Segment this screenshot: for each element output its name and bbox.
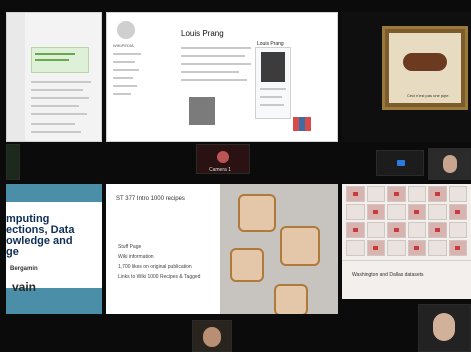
pipe-image xyxy=(403,53,447,71)
doc-line xyxy=(35,59,69,61)
cookie-icon xyxy=(230,248,264,282)
doc-sidebar xyxy=(7,13,25,141)
wiki-text-line xyxy=(181,71,239,73)
avatar xyxy=(433,313,455,341)
avatar xyxy=(443,155,457,173)
participant-video[interactable] xyxy=(6,144,20,180)
wiki-text-line xyxy=(181,47,251,49)
avatar xyxy=(203,327,221,347)
shared-screen-tile-painting[interactable]: Ceci n'est pas une pipe. xyxy=(342,12,471,142)
wiki-infobox-portrait xyxy=(261,52,285,82)
doc-line xyxy=(35,53,75,55)
slide-bullet: 1,700 likes on original publication xyxy=(118,264,192,270)
wiki-logo xyxy=(117,21,135,39)
doc-line xyxy=(31,131,81,133)
slide-divider xyxy=(342,260,471,261)
painting-frame: Ceci n'est pas une pipe. xyxy=(382,26,468,110)
slide-bullet: Links to Wiki 1000 Recipes & Tagged xyxy=(118,274,201,280)
map-grid xyxy=(346,186,467,256)
shared-screen-tile-doc[interactable] xyxy=(6,12,102,142)
shared-screen-tile-title-slide[interactable]: mputing ections, Data owledge and ge Ber… xyxy=(6,184,102,314)
cookie-icon xyxy=(274,284,308,314)
wiki-infobox-colors xyxy=(293,117,311,131)
wiki-logo-text: WIKIPEDIA xyxy=(113,43,134,48)
wiki-photo xyxy=(189,97,215,125)
participant-video[interactable] xyxy=(428,148,471,180)
slide-bullet: Stuff Page xyxy=(118,244,142,250)
video-icon xyxy=(397,160,405,166)
wiki-text-line xyxy=(181,55,245,57)
participant-video[interactable]: Camera 1 xyxy=(196,144,250,174)
doc-line xyxy=(31,105,79,107)
cookie-icon xyxy=(238,194,276,232)
wiki-left-nav xyxy=(113,53,151,133)
painting-caption: Ceci n'est pas une pipe. xyxy=(407,93,450,98)
slide-caption: Washington and Dallas datasets xyxy=(352,272,424,278)
doc-line xyxy=(31,81,91,83)
shared-screen-tile-wikipedia[interactable]: WIKIPEDIA Louis Prang Louis Prang xyxy=(106,12,338,142)
cookie-photo xyxy=(220,184,338,314)
doc-line xyxy=(31,113,87,115)
wiki-text-line xyxy=(181,63,251,65)
doc-line xyxy=(31,123,75,125)
participant-video[interactable] xyxy=(418,304,471,352)
doc-line xyxy=(31,89,83,91)
wiki-text-line xyxy=(181,79,247,81)
participant-video[interactable] xyxy=(192,320,232,352)
slide-brand: vain xyxy=(12,280,37,294)
slide-author: Bergamin xyxy=(10,266,38,272)
wiki-page-title: Louis Prang xyxy=(181,29,224,38)
shared-screen-tile-grid-slide[interactable]: Washington and Dallas datasets xyxy=(342,184,471,299)
slide-heading: ST 377 Intro 1000 recipes xyxy=(116,196,185,202)
cookie-icon xyxy=(280,226,320,266)
shared-screen-tile-cookie-slide[interactable]: ST 377 Intro 1000 recipes Stuff Page Wik… xyxy=(106,184,338,314)
participant-name: Camera 1 xyxy=(209,167,231,173)
participant-video[interactable] xyxy=(376,150,424,176)
painting-canvas: Ceci n'est pas une pipe. xyxy=(389,33,461,103)
slide-bullet: Wiki information xyxy=(118,254,154,260)
slide-title-line: ge xyxy=(6,246,19,258)
doc-line xyxy=(31,97,89,99)
avatar xyxy=(217,151,229,163)
wiki-infobox xyxy=(255,47,291,119)
